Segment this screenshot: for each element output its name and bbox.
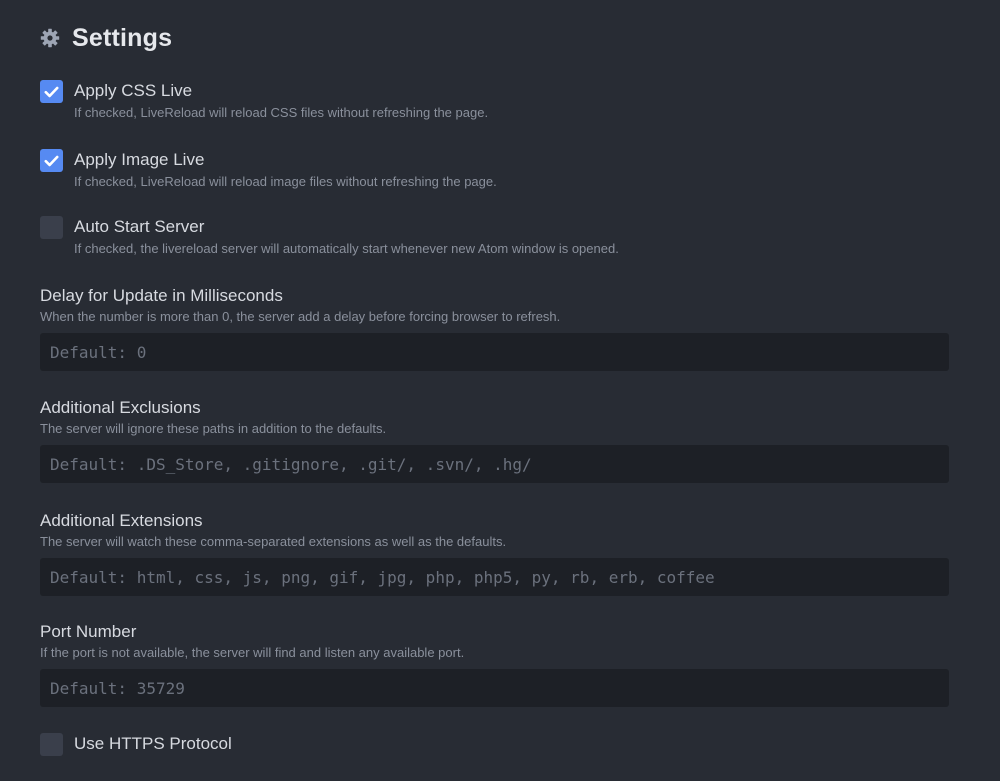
exclusions-description: The server will ignore these paths in ad…: [40, 421, 387, 436]
extensions-label: Additional Extensions: [40, 511, 203, 530]
settings-panel: Settings Apply CSS Live If checked, Live…: [0, 0, 1000, 781]
apply-image-live-checkbox[interactable]: [40, 149, 63, 172]
setting-auto-start-server: Auto Start Server If checked, the livere…: [40, 215, 619, 258]
apply-image-live-label[interactable]: Apply Image Live: [74, 148, 497, 172]
apply-css-live-description: If checked, LiveReload will reload CSS f…: [74, 105, 489, 120]
apply-css-live-label[interactable]: Apply CSS Live: [74, 79, 488, 103]
checkmark-icon: [44, 86, 59, 97]
apply-css-live-checkbox[interactable]: [40, 80, 63, 103]
setting-apply-image-live: Apply Image Live If checked, LiveReload …: [40, 148, 497, 191]
delay-label: Delay for Update in Milliseconds: [40, 286, 283, 305]
setting-use-https: Use HTTPS Protocol: [40, 732, 232, 756]
setting-exclusions: Additional Exclusions The server will ig…: [40, 397, 949, 483]
exclusions-input[interactable]: [40, 445, 949, 483]
port-input[interactable]: [40, 669, 949, 707]
port-label: Port Number: [40, 622, 137, 641]
auto-start-server-label[interactable]: Auto Start Server: [74, 215, 619, 239]
auto-start-server-description: If checked, the livereload server will a…: [74, 241, 619, 256]
setting-delay: Delay for Update in Milliseconds When th…: [40, 285, 949, 371]
settings-header: Settings: [40, 22, 172, 54]
port-description: If the port is not available, the server…: [40, 645, 465, 660]
auto-start-server-checkbox[interactable]: [40, 216, 63, 239]
extensions-description: The server will watch these comma-separa…: [40, 534, 507, 549]
page-title: Settings: [72, 23, 173, 52]
apply-image-live-description: If checked, LiveReload will reload image…: [74, 174, 497, 189]
delay-input[interactable]: [40, 333, 949, 371]
setting-port: Port Number If the port is not available…: [40, 621, 949, 707]
delay-description: When the number is more than 0, the serv…: [40, 309, 561, 324]
use-https-checkbox[interactable]: [40, 733, 63, 756]
gear-icon: [40, 28, 60, 48]
checkmark-icon: [44, 155, 59, 166]
setting-apply-css-live: Apply CSS Live If checked, LiveReload wi…: [40, 79, 488, 122]
exclusions-label: Additional Exclusions: [40, 398, 201, 417]
extensions-input[interactable]: [40, 558, 949, 596]
setting-extensions: Additional Extensions The server will wa…: [40, 510, 949, 596]
use-https-label[interactable]: Use HTTPS Protocol: [74, 732, 232, 756]
